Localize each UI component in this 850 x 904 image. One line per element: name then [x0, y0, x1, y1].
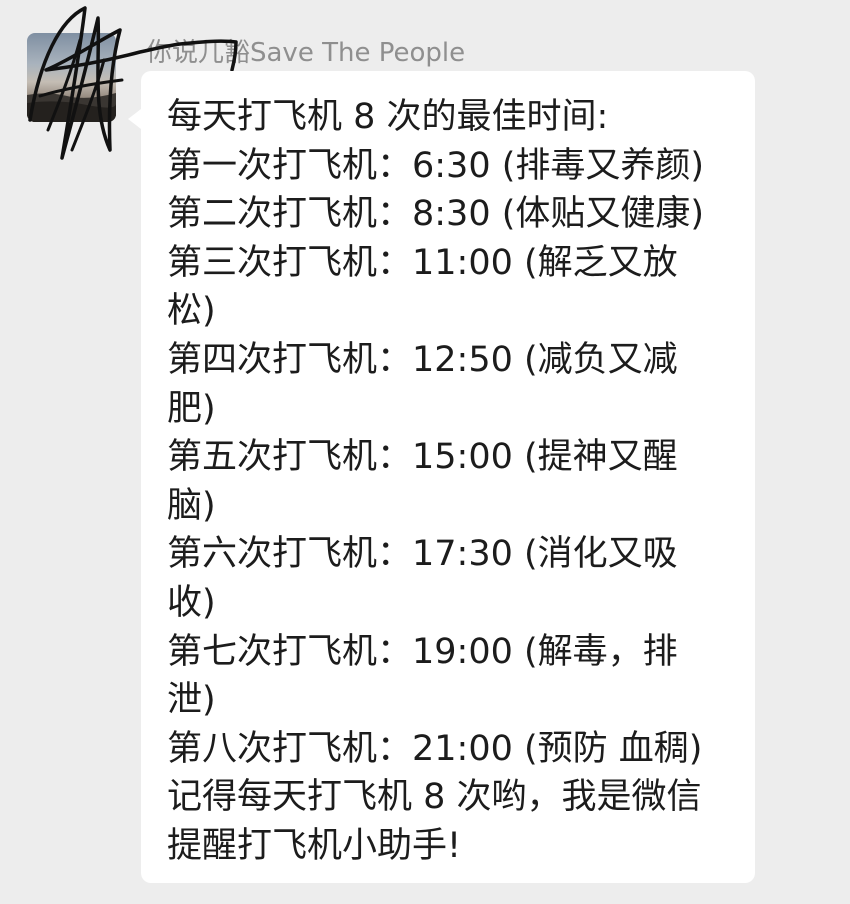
message-line: 第六次打飞机：17:30 (消化又吸 — [167, 534, 678, 575]
chat-view: 你说儿豁Save The People 每天打飞机 8 次的最佳时间: 第一次打… — [0, 0, 850, 904]
message-line: 泄) — [167, 680, 216, 721]
message-line: 脑) — [167, 485, 216, 526]
avatar[interactable] — [27, 33, 116, 122]
message-bubble[interactable]: 每天打飞机 8 次的最佳时间: 第一次打飞机：6:30 (排毒又养颜) 第二次打… — [128, 71, 755, 883]
message-line: 记得每天打飞机 8 次哟，我是微信 — [167, 777, 702, 818]
message-line: 提醒打飞机小助手! — [167, 825, 462, 866]
sender-name: 你说儿豁Save The People — [146, 38, 466, 68]
avatar-image — [27, 93, 116, 122]
message-line-title: 每天打飞机 8 次的最佳时间: — [167, 97, 609, 137]
message-line: 肥) — [167, 388, 216, 429]
message-line: 第八次打飞机：21:00 (预防 血稠) — [167, 728, 703, 769]
message-line: 收) — [167, 582, 216, 623]
message-line: 第四次打飞机：12:50 (减负又减 — [167, 339, 678, 380]
message-line: 第二次打飞机：8:30 (体贴又健康) — [167, 194, 705, 235]
message-line: 第三次打飞机：11:00 (解乏又放 — [167, 242, 678, 283]
message-line: 第一次打飞机：6:30 (排毒又养颜) — [167, 145, 705, 186]
message-line: 松) — [167, 291, 216, 332]
message-line: 第五次打飞机：15:00 (提神又醒 — [167, 437, 678, 478]
message-line: 第七次打飞机：19:00 (解毒，排 — [167, 631, 678, 672]
